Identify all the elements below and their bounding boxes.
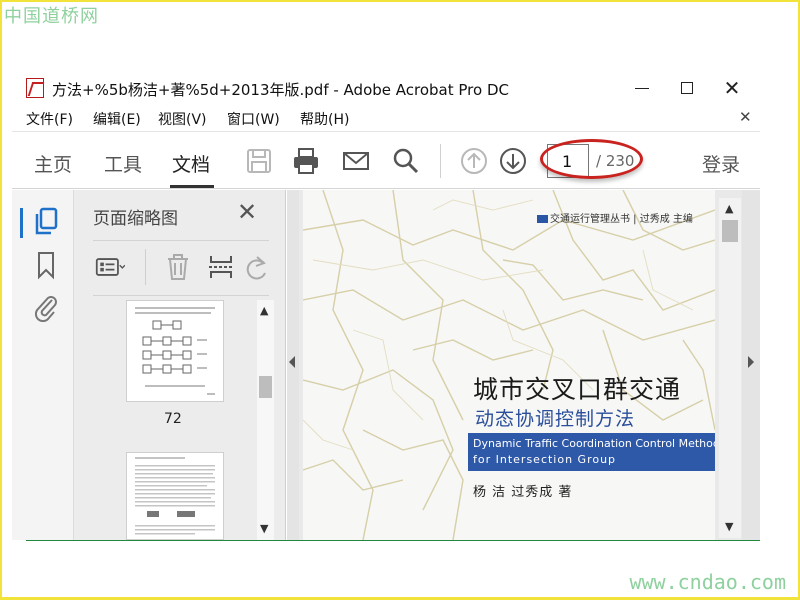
maximize-icon	[681, 82, 693, 94]
login-button[interactable]: 登录	[702, 150, 740, 177]
series-logo-icon	[537, 215, 548, 223]
watermark-bottom: www.cndao.com	[629, 570, 786, 594]
active-pane-indicator	[20, 208, 23, 238]
english-title-band: Dynamic Traffic Coordination Control Met…	[468, 433, 715, 471]
delete-page-icon[interactable]	[163, 253, 193, 281]
frame-border-top	[0, 0, 800, 2]
thumbnail-page-content	[135, 457, 215, 535]
tab-tools[interactable]: 工具	[104, 150, 142, 177]
series-text: 交通运行管理丛书 | 过秀成 主编	[550, 214, 693, 225]
navigation-pane-strip	[12, 190, 74, 540]
book-series-label: 交通运行管理丛书 | 过秀成 主编	[537, 210, 693, 225]
scroll-up-arrow[interactable]: ▲	[260, 304, 268, 317]
insert-page-icon[interactable]	[206, 253, 236, 281]
document-scrollbar[interactable]: ▲ ▼	[719, 198, 741, 538]
page-thumbnails-icon[interactable]	[32, 206, 60, 236]
scroll-up-arrow[interactable]: ▲	[725, 202, 733, 215]
title-bar: 方法+%5b杨洁+著%5d+2013年版.pdf - Adobe Acrobat…	[12, 70, 772, 106]
close-window-button[interactable]: ✕	[712, 74, 752, 102]
scroll-down-arrow[interactable]: ▼	[260, 522, 268, 535]
panel-close-button[interactable]: ✕	[237, 198, 257, 226]
menu-bar: 文件(F) 编辑(E) 视图(V) 窗口(W) 帮助(H) ✕	[12, 106, 772, 130]
attachments-icon[interactable]	[32, 292, 60, 322]
scrollbar-thumb[interactable]	[259, 376, 272, 398]
english-title-line-1: Dynamic Traffic Coordination Control Met…	[473, 437, 715, 450]
page-thumbnail-next[interactable]	[126, 452, 224, 540]
book-cover-page: 交通运行管理丛书 | 过秀成 主编 城市交叉口群交通 动态协调控制方法 Dyna…	[303, 190, 715, 540]
menu-view[interactable]: 视图(V)	[158, 109, 207, 129]
scroll-down-arrow[interactable]: ▼	[725, 520, 733, 533]
thumbnail-options-icon[interactable]	[95, 253, 125, 281]
save-icon[interactable]	[244, 146, 274, 176]
watermark-top: 中国道桥网	[4, 6, 99, 27]
thumbnail-scrollbar[interactable]: ▲ ▼	[257, 300, 274, 540]
english-title-line-2: for Intersection Group	[473, 453, 617, 466]
collapse-left-pane-button[interactable]	[287, 190, 299, 540]
rotate-page-icon[interactable]	[243, 253, 269, 281]
close-document-button[interactable]: ✕	[739, 108, 752, 126]
annotation-red-circle	[540, 139, 643, 179]
scrollbar-thumb[interactable]	[722, 220, 738, 242]
frame-border-left	[0, 0, 2, 600]
menu-file[interactable]: 文件(F)	[26, 109, 73, 129]
menu-edit[interactable]: 编辑(E)	[93, 109, 141, 129]
email-icon[interactable]	[341, 146, 371, 176]
book-authors: 杨 洁 过秀成 著	[473, 485, 573, 500]
book-subtitle: 动态协调控制方法	[475, 408, 636, 430]
panel-toolbar-separator	[145, 249, 146, 285]
page-down-icon[interactable]	[498, 146, 528, 176]
search-icon[interactable]	[391, 146, 421, 176]
expand-right-pane-button[interactable]	[742, 190, 760, 540]
maximize-button[interactable]	[667, 74, 707, 102]
window-bottom-edge	[26, 540, 760, 541]
panel-toolbar	[93, 240, 269, 296]
chevron-left-icon	[289, 356, 295, 368]
tab-home[interactable]: 主页	[34, 150, 72, 177]
thumbnail-page-content	[135, 307, 215, 395]
chevron-right-icon	[748, 356, 754, 368]
acrobat-app-icon	[26, 78, 44, 98]
page-thumbnail-72[interactable]	[126, 300, 224, 402]
minimize-icon	[635, 87, 649, 89]
page-thumbnails-panel: 页面缩略图 ✕ 72 ▲ ▼	[74, 190, 286, 540]
menu-window[interactable]: 窗口(W)	[227, 109, 280, 129]
panel-title: 页面缩略图	[93, 209, 178, 229]
print-icon[interactable]	[291, 146, 321, 176]
toolbar-separator	[440, 144, 441, 178]
bookmarks-icon[interactable]	[32, 250, 60, 280]
window-title: 方法+%5b杨洁+著%5d+2013年版.pdf - Adobe Acrobat…	[52, 81, 509, 99]
book-title: 城市交叉口群交通	[473, 375, 682, 404]
thumbnail-page-label: 72	[164, 411, 182, 427]
document-view: 交通运行管理丛书 | 过秀成 主编 城市交叉口群交通 动态协调控制方法 Dyna…	[299, 190, 749, 540]
main-toolbar: 主页 工具 文档 1 / 230 登录	[12, 131, 760, 189]
minimize-button[interactable]	[622, 74, 662, 102]
active-tab-indicator	[170, 185, 214, 188]
menu-help[interactable]: 帮助(H)	[300, 109, 349, 129]
page-up-icon[interactable]	[459, 146, 489, 176]
tab-document[interactable]: 文档	[172, 150, 210, 177]
